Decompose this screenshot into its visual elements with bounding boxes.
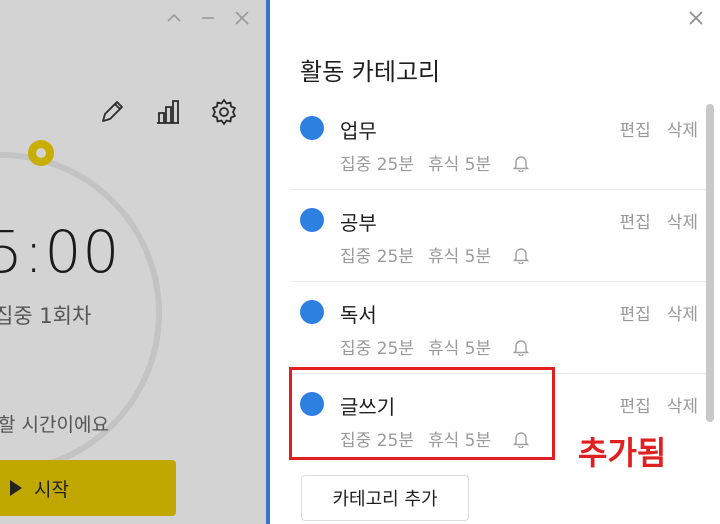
close-icon xyxy=(235,11,249,25)
play-icon xyxy=(10,480,22,496)
delete-category-button[interactable]: 삭제 xyxy=(667,208,698,233)
category-name: 독서 xyxy=(340,303,377,327)
progress-knob[interactable] xyxy=(28,140,54,166)
start-label: 시작 xyxy=(34,479,69,501)
category-item[interactable]: 공부 집중 25분 휴식 5분 편집 삭제 xyxy=(290,190,706,282)
delete-category-button[interactable]: 삭제 xyxy=(667,116,698,141)
panel-close-button[interactable] xyxy=(686,8,706,28)
category-meta: 집중 25분 휴식 5분 xyxy=(340,150,530,175)
focus-duration: 집중 25분 xyxy=(340,155,414,175)
collapse-button[interactable] xyxy=(164,8,184,28)
start-button[interactable]: 시작 xyxy=(0,460,176,516)
close-icon xyxy=(689,11,703,25)
bar-chart-icon xyxy=(157,100,179,124)
add-category-button[interactable]: 카테고리 추가 xyxy=(301,475,469,521)
category-actions: 편집 삭제 xyxy=(619,300,698,325)
category-color-dot xyxy=(300,208,324,232)
added-annotation: 추가됨 xyxy=(578,434,667,472)
session-label: 집중 1회차 xyxy=(0,304,92,328)
edit-category-button[interactable]: 편집 xyxy=(619,208,650,233)
minimize-icon xyxy=(202,17,214,19)
delete-category-button[interactable]: 삭제 xyxy=(667,392,698,417)
bell-icon xyxy=(513,246,530,264)
category-color-dot xyxy=(300,116,324,140)
timer-display: 5:00 xyxy=(0,218,121,286)
rest-duration: 휴식 5분 xyxy=(427,247,492,267)
timer-hint: 할 시간이에요 xyxy=(0,414,109,436)
category-actions: 편집 삭제 xyxy=(619,116,698,141)
minimize-button[interactable] xyxy=(198,8,218,28)
category-meta: 집중 25분 휴식 5분 xyxy=(340,242,530,267)
pencil-icon xyxy=(102,101,123,122)
category-name: 공부 xyxy=(340,211,377,235)
panel-scrollbar[interactable] xyxy=(706,104,714,422)
focus-duration: 집중 25분 xyxy=(340,247,414,267)
bell-icon xyxy=(513,338,530,356)
timer-window: 5:00 집중 1회차 할 시간이에요 시작 xyxy=(0,0,266,524)
category-color-dot xyxy=(300,300,324,324)
close-window-button[interactable] xyxy=(232,8,252,28)
settings-button[interactable] xyxy=(208,96,240,128)
edit-category-button[interactable]: 편집 xyxy=(619,392,650,417)
gear-icon xyxy=(212,99,236,125)
category-name: 업무 xyxy=(340,119,377,143)
edit-button[interactable] xyxy=(96,96,128,128)
bell-icon xyxy=(513,154,530,172)
category-item[interactable]: 독서 집중 25분 휴식 5분 편집 삭제 xyxy=(290,282,706,374)
edit-category-button[interactable]: 편집 xyxy=(619,116,650,141)
window-controls xyxy=(164,8,252,28)
chevron-up-icon xyxy=(167,13,181,22)
category-meta: 집중 25분 휴식 5분 xyxy=(340,334,530,359)
focus-duration: 집중 25분 xyxy=(340,339,414,359)
panel-title: 활동 카테고리 xyxy=(300,58,441,86)
timer-toolbar xyxy=(96,96,240,128)
highlight-box xyxy=(289,367,555,460)
category-actions: 편집 삭제 xyxy=(619,392,698,417)
category-actions: 편집 삭제 xyxy=(619,208,698,233)
stats-button[interactable] xyxy=(152,96,184,128)
rest-duration: 휴식 5분 xyxy=(427,339,492,359)
delete-category-button[interactable]: 삭제 xyxy=(667,300,698,325)
edit-category-button[interactable]: 편집 xyxy=(619,300,650,325)
rest-duration: 휴식 5분 xyxy=(427,155,492,175)
category-item[interactable]: 업무 집중 25분 휴식 5분 편집 삭제 xyxy=(290,98,706,190)
